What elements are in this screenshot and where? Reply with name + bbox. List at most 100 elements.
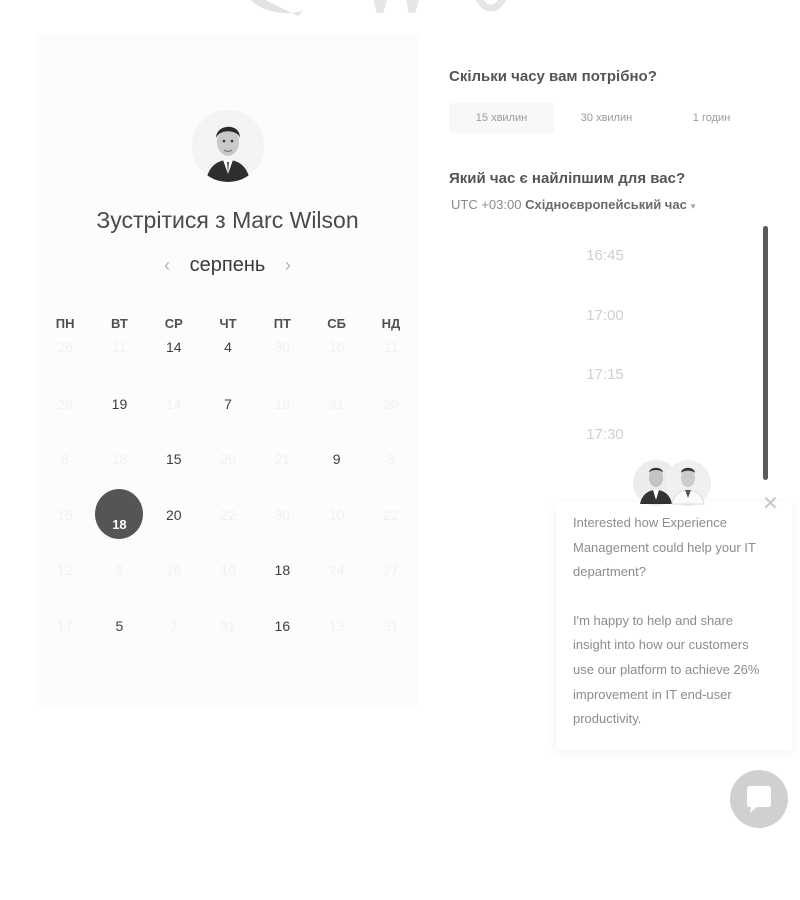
calendar-day-number: 20	[165, 506, 182, 523]
calendar-day-number: 3	[387, 451, 395, 467]
calendar-day: 14	[147, 376, 201, 432]
calendar-day-number: 18	[111, 451, 128, 467]
calendar-day-number: 22	[383, 506, 399, 523]
calendar-day-number: 7	[224, 395, 232, 412]
calendar-day: 3	[92, 542, 146, 598]
calendar-day-number: 10	[220, 562, 236, 578]
chevron-left-icon[interactable]: ‹	[156, 255, 178, 276]
calendar-day[interactable]: 7	[201, 376, 255, 432]
chat-launcher-button[interactable]	[730, 770, 788, 828]
calendar-days-grid: 26 11 14 4 30 16 11 28 19 14 7 18 31 20 8 18 15 20 21 9 3 15 1…	[38, 320, 418, 653]
chat-message-paragraph: I'm happy to help and share insight into…	[573, 612, 760, 727]
calendar-day-number: 22	[220, 506, 236, 523]
time-slot[interactable]: 16:45	[545, 226, 665, 286]
calendar-day: 8	[38, 431, 92, 487]
calendar-day: 11	[364, 320, 418, 376]
calendar-day[interactable]: 5	[92, 598, 146, 654]
calendar-day-number: 11	[112, 339, 127, 355]
calendar-day[interactable]: 9	[309, 431, 363, 487]
calendar-day-number: 28	[57, 395, 73, 412]
duration-option-30[interactable]: 30 хвилин	[554, 103, 659, 133]
chevron-right-icon[interactable]: ›	[277, 255, 299, 276]
calendar-day-number: 31	[220, 617, 236, 634]
calendar-day-number: 16	[328, 339, 345, 355]
calendar-day: 24	[309, 542, 363, 598]
timezone-selector[interactable]: UTC +03:00 Східноєвропейський час ▾	[451, 197, 695, 212]
calendar-day: 20	[364, 376, 418, 432]
calendar-day: 12	[38, 542, 92, 598]
calendar-day: 28	[38, 376, 92, 432]
calendar-day-number: 5	[115, 617, 124, 634]
person-portrait-icon	[192, 110, 264, 182]
duration-options: 15 хвилин 30 хвилин 1 годин	[449, 103, 764, 133]
calendar-day-number: 24	[328, 562, 345, 578]
calendar-day[interactable]: 14	[147, 320, 201, 376]
calendar-day-number: 11	[383, 339, 399, 355]
calendar-day: 21	[255, 431, 309, 487]
time-slot[interactable]: 17:00	[545, 286, 665, 346]
calendar-day: 16	[309, 320, 363, 376]
calendar-day[interactable]: 4	[201, 320, 255, 376]
calendar-day-number: 30	[274, 506, 291, 523]
timezone-offset: UTC +03:00	[451, 197, 522, 212]
chat-message: Interested how Experience Management cou…	[573, 511, 773, 756]
calendar-day-number: 17	[57, 617, 73, 634]
calendar-day-selected[interactable]: 18	[92, 487, 146, 543]
timezone-name: Східноєвропейський час	[525, 197, 687, 212]
calendar-day-number: 2	[169, 617, 178, 634]
month-navigation: ‹ серпень ›	[37, 254, 418, 277]
calendar-day-number: 30	[274, 339, 291, 355]
calendar-day-number: 14	[165, 339, 182, 355]
calendar-day-number: 15	[165, 451, 182, 467]
time-slot[interactable]: 17:15	[545, 345, 665, 405]
calendar-day-number: 9	[332, 451, 341, 467]
host-avatar	[192, 110, 264, 182]
chat-bubble-icon	[747, 786, 771, 813]
calendar-day-number: 10	[328, 506, 345, 523]
calendar-day: 31	[309, 376, 363, 432]
time-slot-list: 16:45 17:00 17:15 17:30	[545, 226, 665, 464]
calendar-day-number: 16	[274, 617, 291, 634]
time-question: Який час є найліпшим для вас?	[449, 170, 686, 187]
agent-avatars	[633, 460, 711, 506]
meeting-title: Зустрітися з Marc Wilson	[96, 207, 359, 233]
calendar-day: 20	[201, 431, 255, 487]
calendar-day-number: 8	[61, 451, 70, 467]
calendar-day-number: 20	[220, 451, 236, 467]
calendar-day-number: 4	[224, 339, 232, 355]
calendar-day-number: 14	[165, 395, 182, 412]
calendar-day-number: 12	[57, 562, 73, 578]
calendar-day[interactable]: 20	[147, 487, 201, 543]
calendar-day: 31	[364, 598, 418, 654]
calendar-day: 10	[201, 542, 255, 598]
calendar-day-number: 18	[274, 395, 291, 412]
calendar-day[interactable]: 18	[255, 542, 309, 598]
duration-option-60[interactable]: 1 годин	[659, 103, 764, 133]
time-slot-scrollbar[interactable]	[763, 226, 768, 480]
month-label: серпень	[189, 254, 266, 276]
duration-question: Скільки часу вам потрібно?	[449, 68, 657, 85]
calendar-day: 31	[201, 598, 255, 654]
calendar-day: 22	[201, 487, 255, 543]
calendar-day-number: 18	[274, 562, 291, 578]
calendar-day-number: 31	[383, 617, 399, 634]
calendar-day: 22	[364, 487, 418, 543]
calendar-day-number: 20	[383, 395, 399, 412]
calendar-day-number: 13	[328, 617, 345, 634]
calendar-day: 15	[38, 487, 92, 543]
calendar-day[interactable]: 19	[92, 376, 146, 432]
calendar-day: 10	[309, 487, 363, 543]
calendar-day[interactable]: 15	[147, 431, 201, 487]
duration-option-15[interactable]: 15 хвилин	[449, 103, 554, 133]
calendar-day: 26	[38, 320, 92, 376]
calendar-day-number: 27	[383, 562, 399, 578]
calendar-day[interactable]: 16	[255, 598, 309, 654]
calendar-day: 2	[147, 598, 201, 654]
calendar-day: 27	[364, 542, 418, 598]
calendar-day: 30	[255, 487, 309, 543]
calendar-day-number: 15	[57, 506, 73, 523]
calendar-day-number: 18	[112, 516, 127, 532]
calendar-day-number: 31	[328, 395, 345, 412]
calendar-day: 3	[364, 431, 418, 487]
calendar-day-number: 26	[57, 339, 73, 355]
